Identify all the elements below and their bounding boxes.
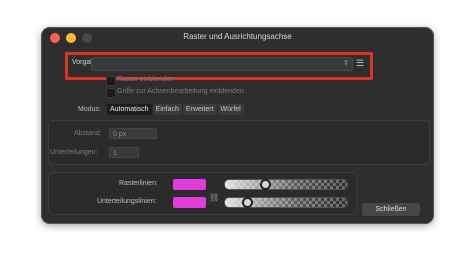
subdivisions-label: Unterteilungen: bbox=[50, 149, 98, 156]
preset-menu-icon[interactable]: ☰ bbox=[355, 57, 365, 69]
titlebar: Raster und Ausrichtungsachse bbox=[41, 27, 434, 49]
mode-automatic-button[interactable]: Automatisch bbox=[107, 104, 153, 115]
close-button[interactable]: Schließen bbox=[362, 203, 420, 216]
window-title: Raster und Ausrichtungsachse bbox=[183, 32, 292, 41]
mode-segmented-control: Automatisch Einfach Erweitert Würfel bbox=[107, 104, 244, 115]
subdivision-lines-label: Unterteilungslinien: bbox=[97, 198, 157, 205]
spacing-input[interactable]: 0 px bbox=[109, 128, 157, 139]
show-grid-checkbox[interactable] bbox=[106, 76, 116, 86]
link-chain-icon[interactable]: ⛓ bbox=[209, 194, 219, 208]
updown-chevron-icon: ⇕ bbox=[343, 60, 349, 67]
mode-simple-button[interactable]: Einfach bbox=[152, 104, 183, 115]
mode-advanced-button[interactable]: Erweitert bbox=[182, 104, 218, 115]
subdivisions-input[interactable]: 1 bbox=[109, 147, 139, 158]
preset-select[interactable]: ⇕ bbox=[91, 57, 353, 71]
grid-dialog-window: Raster und Ausrichtungsachse Vorgabe: ⇕ … bbox=[41, 27, 434, 224]
grid-lines-opacity-thumb[interactable] bbox=[260, 179, 272, 190]
grid-lines-label: Rasterlinien: bbox=[119, 180, 158, 187]
spacing-label: Abstand: bbox=[74, 130, 102, 137]
mode-cube-button[interactable]: Würfel bbox=[217, 104, 244, 115]
spacing-group bbox=[48, 120, 430, 165]
mode-label: Modus: bbox=[78, 106, 101, 113]
subdivision-lines-opacity-thumb[interactable] bbox=[241, 197, 253, 208]
grid-lines-opacity-slider[interactable] bbox=[224, 179, 348, 190]
show-axis-handles-checkbox[interactable] bbox=[106, 88, 116, 98]
show-axis-handles-label: Griffe zur Achsenbearbeitung einblenden bbox=[117, 88, 244, 95]
subdivision-lines-color-swatch[interactable] bbox=[173, 197, 206, 208]
grid-lines-color-swatch[interactable] bbox=[173, 179, 206, 190]
show-grid-label: Raster einblenden bbox=[117, 76, 174, 83]
subdivision-lines-opacity-slider[interactable] bbox=[224, 197, 348, 208]
